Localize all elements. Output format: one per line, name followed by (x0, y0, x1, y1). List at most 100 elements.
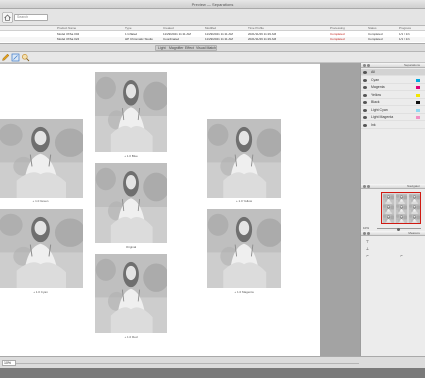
home-icon[interactable] (2, 12, 13, 23)
eye-icon[interactable] (363, 101, 367, 104)
separation-preview-red[interactable] (95, 254, 167, 333)
navigator-mini-preview (409, 204, 420, 215)
separation-preview-magenta[interactable] (207, 209, 281, 288)
layer-name: Black (371, 100, 380, 104)
job-table-header: Product Name Type Created Modified Time Prof… (0, 26, 425, 31)
layer-name: Cyan (371, 77, 380, 82)
eye-icon[interactable] (363, 123, 367, 127)
table-row[interactable]: Model 3XSa 024 HP Chromatic Studio Coordin… (0, 37, 425, 42)
window-title: Preview — Separations (191, 2, 234, 7)
canvas-top-divider (0, 63, 320, 64)
eye-icon[interactable] (363, 116, 367, 119)
separation-preview-label: Original (125, 245, 137, 249)
measure-line-icon[interactable]: ⊥ (365, 246, 370, 251)
color-swatch (416, 86, 420, 89)
eye-icon[interactable] (363, 108, 367, 112)
separation-preview-yellow[interactable] (207, 119, 281, 198)
color-swatch (416, 116, 420, 119)
color-swatch (416, 101, 420, 104)
eye-icon[interactable] (363, 78, 367, 82)
navigator-panel-title: Navigator (407, 184, 420, 188)
eye-icon[interactable] (363, 86, 367, 89)
separation-preview-cyan[interactable] (0, 209, 83, 288)
measure-point-icon[interactable]: ⊤ (365, 239, 370, 244)
table-cell: Status (368, 26, 377, 30)
separation-preview-label: + 1.0 Magenta (234, 290, 254, 294)
job-table: Product Name Type Created Modified Time Prof… (0, 26, 425, 44)
horizontal-scrollbar[interactable] (16, 363, 359, 364)
navigator-panel-header: Navigator (361, 184, 425, 189)
navigator-mini-preview (396, 214, 408, 223)
separation-layer-black[interactable]: Black (361, 99, 425, 106)
pencil-icon[interactable] (1, 53, 10, 62)
measure-angle-icon[interactable]: ⌐ (399, 253, 404, 258)
separation-layer-ink[interactable]: Ink (361, 122, 425, 129)
separation-preview-blue[interactable] (95, 72, 167, 152)
preview-canvas[interactable]: + 1.0 Blue Original + 1.0 Red + 1.0 Green + … (0, 63, 320, 356)
separation-layer-all[interactable]: All (361, 69, 425, 76)
canvas-gutter (320, 63, 360, 356)
window-titlebar: Preview — Separations (0, 0, 425, 9)
table-cell: Modified (205, 26, 217, 30)
separation-preview-green[interactable] (0, 119, 83, 198)
bottom-strip (0, 368, 425, 378)
search-input[interactable]: Search (14, 14, 48, 21)
separation-layer-magenta[interactable]: Magenta (361, 84, 425, 91)
crop-icon[interactable] (11, 53, 20, 62)
navigator-mini-preview (409, 214, 420, 223)
tab-visual-match[interactable]: Visual Match (196, 45, 216, 51)
panel-controls[interactable] (363, 64, 371, 67)
status-bar: 10% (0, 356, 425, 368)
navigator-zoom-value: 10% (363, 226, 370, 230)
table-cell: HP Chromatic Studio (125, 37, 153, 41)
layer-name: Light Magenta (371, 115, 394, 119)
panel-controls[interactable] (363, 232, 371, 235)
tab-light[interactable]: Light (158, 45, 166, 51)
table-cell: 2021/11/29 11:29 AM (248, 37, 277, 41)
tab-magnifier[interactable]: Magnifier (169, 45, 183, 51)
table-cell: 11/29/2021 11:11 AM (205, 37, 233, 41)
tab-effect[interactable]: Effect (185, 45, 194, 51)
navigator-mini-preview (396, 194, 408, 205)
separations-panel-header: Separations (361, 63, 425, 68)
layer-name: Light Cyan (371, 107, 388, 112)
separation-layer-light-magenta[interactable]: Light Magenta (361, 114, 425, 121)
table-cell: Completed (368, 37, 383, 41)
table-cell: Progress (399, 26, 412, 30)
layer-name: Yellow (371, 92, 381, 97)
separation-preview-label: + 1.0 Cyan (33, 290, 48, 294)
eye-icon[interactable] (363, 71, 367, 74)
magnify-icon[interactable] (21, 53, 30, 62)
layer-name: Ink (371, 122, 376, 127)
measure-panel-title: Measure (408, 231, 420, 235)
color-swatch (416, 93, 420, 97)
separation-preview-original[interactable] (95, 163, 167, 243)
color-swatch (416, 78, 420, 82)
measure-area-icon[interactable]: ⌐ (365, 253, 370, 258)
separation-preview-label: + 1.0 Red (124, 335, 138, 339)
eye-icon[interactable] (363, 93, 367, 97)
navigator-thumbnail[interactable] (381, 192, 421, 224)
table-cell: Product Name (57, 26, 77, 30)
table-cell: Processing (330, 26, 345, 30)
navigator-mini-preview (409, 194, 420, 205)
separation-layer-light-cyan[interactable]: Light Cyan (361, 107, 425, 114)
navigator-mini-preview (383, 194, 395, 205)
tool-strip (0, 52, 425, 63)
zoom-slider[interactable] (377, 227, 421, 231)
separation-preview-label: + 1.0 Blue (124, 154, 138, 158)
main-toolbar: Search (0, 9, 425, 26)
table-cell: Coordinated (163, 37, 180, 41)
status-zoom-field[interactable]: 10% (2, 360, 16, 366)
measure-panel-header: Measure (361, 231, 425, 236)
layer-name: Magenta (371, 85, 385, 89)
separation-preview-label: + 1.0 Green (32, 199, 49, 203)
table-cell: Time Profile (248, 26, 264, 30)
table-cell: Type (125, 26, 132, 30)
separation-layer-cyan[interactable]: Cyan (361, 77, 425, 84)
separation-preview-label: + 1.0 Yellow (235, 199, 253, 203)
table-cell: Model 3XSa 024 (57, 37, 80, 41)
navigator-mini-preview (383, 204, 395, 215)
panel-controls[interactable] (363, 185, 371, 188)
separation-layer-yellow[interactable]: Yellow (361, 92, 425, 99)
